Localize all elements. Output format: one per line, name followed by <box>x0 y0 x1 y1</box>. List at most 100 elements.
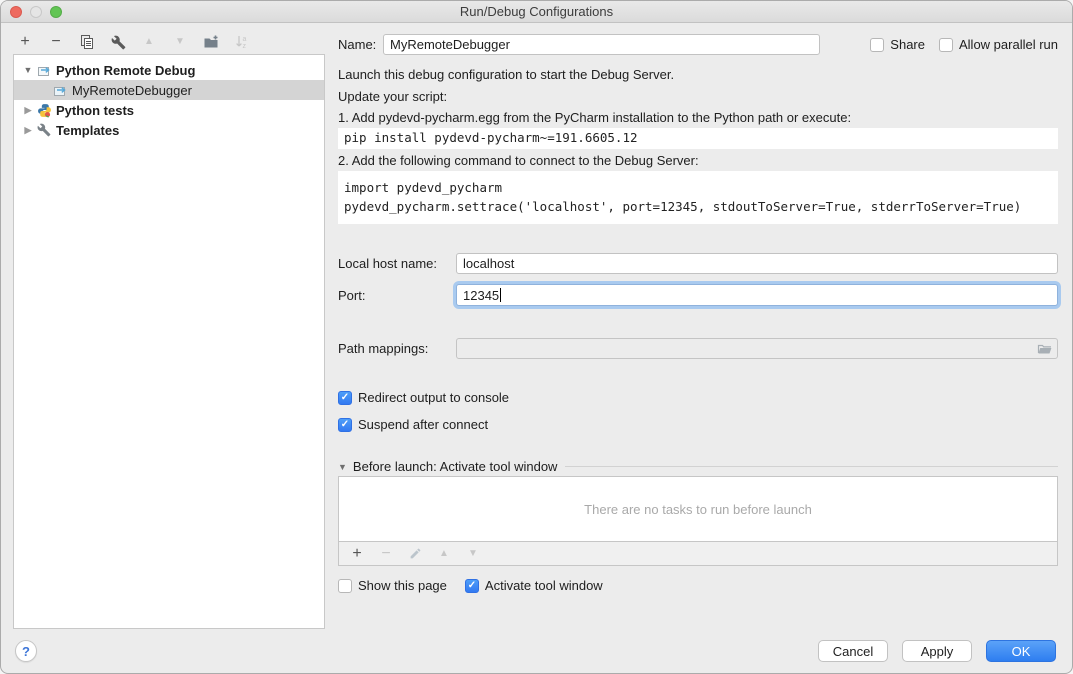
copy-configuration-button[interactable] <box>77 32 97 52</box>
show-this-page-checkbox-group[interactable]: Show this page <box>338 578 447 593</box>
port-input[interactable]: 12345 <box>456 284 1058 306</box>
apply-button[interactable]: Apply <box>902 640 972 662</box>
check-icon: ✓ <box>341 420 349 430</box>
tree-item-python-tests[interactable]: ▶ Python tests <box>14 100 324 120</box>
add-configuration-button[interactable]: + <box>15 32 35 52</box>
minus-icon: − <box>381 546 390 562</box>
move-up-button[interactable]: ▲ <box>139 32 159 52</box>
edit-task-button[interactable] <box>405 544 425 564</box>
share-label: Share <box>890 37 925 52</box>
sort-az-icon: a z <box>234 34 250 50</box>
configurations-toolbar: + − ▲ ▼ <box>15 31 252 53</box>
redirect-output-checkbox[interactable]: ✓ <box>338 391 352 405</box>
share-checkbox-group[interactable]: Share <box>870 37 925 52</box>
triangle-down-icon: ▼ <box>468 549 478 559</box>
triangle-up-icon: ▲ <box>439 549 449 559</box>
code-line-import: import pydevd_pycharm <box>344 178 1052 197</box>
minus-icon: − <box>51 34 60 50</box>
wrench-icon <box>36 122 52 138</box>
help-icon: ? <box>22 644 30 659</box>
browse-folder-icon[interactable] <box>1037 341 1053 357</box>
step2-text: 2. Add the following command to connect … <box>338 153 699 168</box>
folder-plus-icon <box>203 34 219 50</box>
local-host-row: Local host name: <box>338 253 1058 274</box>
ok-button[interactable]: OK <box>986 640 1056 662</box>
check-icon: ✓ <box>468 581 476 591</box>
pip-install-command: pip install pydevd-pycharm~=191.6605.12 <box>338 128 1058 149</box>
cancel-button[interactable]: Cancel <box>818 640 888 662</box>
zoom-window-button[interactable] <box>50 6 62 18</box>
tree-item-python-remote-debug[interactable]: ▼ Python Remote Debug <box>14 60 324 80</box>
title-bar: Run/Debug Configurations <box>1 1 1072 23</box>
activate-tool-window-checkbox[interactable]: ✓ <box>465 579 479 593</box>
move-task-down-button[interactable]: ▼ <box>463 544 483 564</box>
configuration-form: Name: Share Allow parallel run Launch th… <box>338 31 1058 629</box>
port-row: Port: 12345 <box>338 284 1058 306</box>
step1-text: 1. Add pydevd-pycharm.egg from the PyCha… <box>338 110 851 125</box>
path-mappings-input[interactable] <box>456 338 1058 359</box>
intro-text: Launch this debug configuration to start… <box>338 67 674 82</box>
sort-configurations-button[interactable]: a z <box>232 32 252 52</box>
chevron-collapsed-icon[interactable]: ▶ <box>22 105 34 116</box>
before-launch-empty-text: There are no tasks to run before launch <box>339 477 1057 542</box>
svg-text:a: a <box>243 36 247 43</box>
run-configuration-icon <box>52 82 68 98</box>
move-down-button[interactable]: ▼ <box>170 32 190 52</box>
move-task-up-button[interactable]: ▲ <box>434 544 454 564</box>
suspend-checkbox[interactable]: ✓ <box>338 418 352 432</box>
allow-parallel-run-checkbox-group[interactable]: Allow parallel run <box>939 37 1058 52</box>
check-icon: ✓ <box>341 393 349 403</box>
port-label: Port: <box>338 288 456 303</box>
copy-icon <box>79 34 95 50</box>
close-window-button[interactable] <box>10 6 22 18</box>
edit-templates-button[interactable] <box>108 32 128 52</box>
tree-item-templates[interactable]: ▶ Templates <box>14 120 324 140</box>
chevron-collapsed-icon[interactable]: ▶ <box>22 125 34 136</box>
tree-item-myremotedebugger[interactable]: MyRemoteDebugger <box>14 80 324 100</box>
show-this-page-label: Show this page <box>358 578 447 593</box>
text-caret <box>500 288 501 302</box>
name-row: Name: Share Allow parallel run <box>338 34 1058 55</box>
triangle-up-icon: ▲ <box>144 37 154 47</box>
share-checkbox[interactable] <box>870 38 884 52</box>
chevron-expanded-icon[interactable]: ▼ <box>338 462 347 472</box>
name-label: Name: <box>338 37 383 52</box>
redirect-output-checkbox-group[interactable]: ✓ Redirect output to console <box>338 390 509 405</box>
tree-item-label: Templates <box>56 123 119 138</box>
help-button[interactable]: ? <box>15 640 37 662</box>
suspend-checkbox-group[interactable]: ✓ Suspend after connect <box>338 417 488 432</box>
add-task-button[interactable]: + <box>347 544 367 564</box>
port-value: 12345 <box>463 288 499 303</box>
allow-parallel-run-label: Allow parallel run <box>959 37 1058 52</box>
window-controls <box>10 6 62 18</box>
run-configuration-icon <box>36 62 52 78</box>
suspend-label: Suspend after connect <box>358 417 488 432</box>
svg-text:z: z <box>243 43 247 50</box>
remove-task-button[interactable]: − <box>376 544 396 564</box>
code-line-settrace: pydevd_pycharm.settrace('localhost', por… <box>344 197 1052 216</box>
separator-line <box>565 466 1058 467</box>
new-folder-button[interactable] <box>201 32 221 52</box>
before-launch-options-row: Show this page ✓ Activate tool window <box>338 578 1058 593</box>
tree-item-label: MyRemoteDebugger <box>72 83 192 98</box>
configurations-tree: ▼ Python Remote Debug MyRemoteDebugger ▶ <box>13 54 325 629</box>
redirect-output-label: Redirect output to console <box>358 390 509 405</box>
remove-configuration-button[interactable]: − <box>46 32 66 52</box>
plus-icon: + <box>20 34 29 50</box>
show-this-page-checkbox[interactable] <box>338 579 352 593</box>
minimize-window-button[interactable] <box>30 6 42 18</box>
activate-tool-window-checkbox-group[interactable]: ✓ Activate tool window <box>465 578 603 593</box>
python-tests-icon <box>36 102 52 118</box>
allow-parallel-run-checkbox[interactable] <box>939 38 953 52</box>
before-launch-header[interactable]: ▼ Before launch: Activate tool window <box>338 459 1058 474</box>
dialog-buttons: Cancel Apply OK <box>818 640 1056 662</box>
path-mappings-row: Path mappings: <box>338 338 1058 359</box>
name-input[interactable] <box>383 34 820 55</box>
chevron-expanded-icon[interactable]: ▼ <box>22 65 34 75</box>
plus-icon: + <box>352 546 361 562</box>
triangle-down-icon: ▼ <box>175 37 185 47</box>
settrace-code-block: import pydevd_pycharm pydevd_pycharm.set… <box>338 171 1058 224</box>
local-host-input[interactable] <box>456 253 1058 274</box>
tree-item-label: Python Remote Debug <box>56 63 195 78</box>
before-launch-toolbar: + − ▲ ▼ <box>339 542 1057 565</box>
